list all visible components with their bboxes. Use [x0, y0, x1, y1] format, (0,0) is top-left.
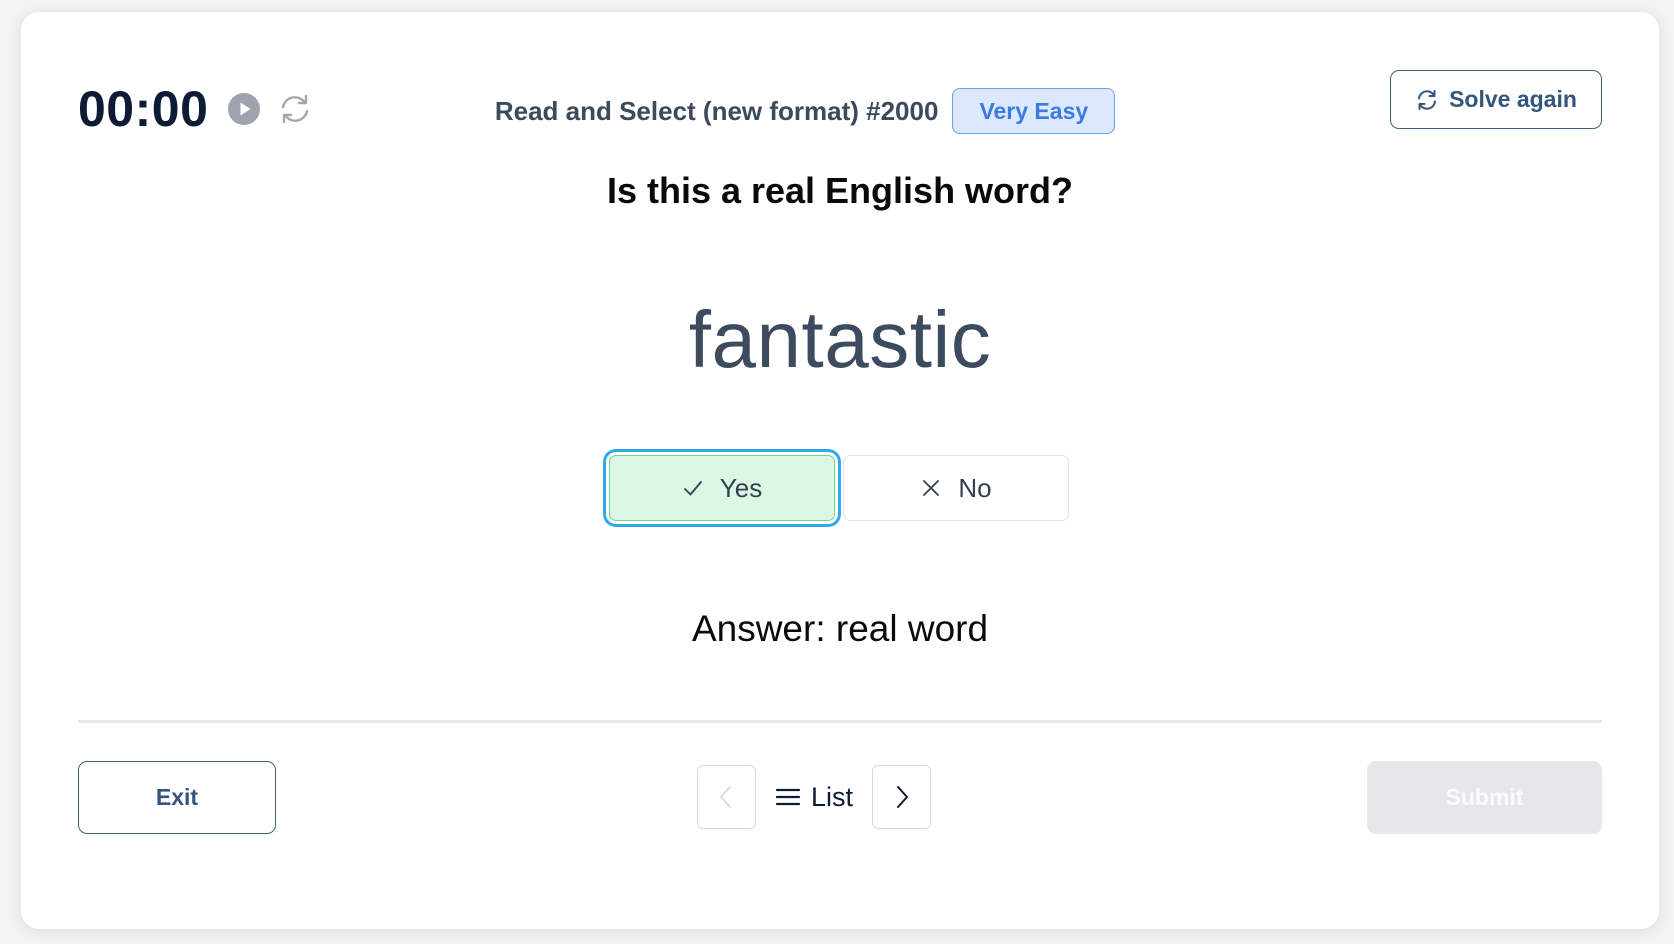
option-no-button[interactable]: No [843, 455, 1069, 521]
submit-button[interactable]: Submit [1367, 761, 1602, 834]
solve-again-label: Solve again [1449, 86, 1577, 112]
solve-again-button[interactable]: Solve again [1390, 70, 1602, 129]
answer-text: Answer: real word [691, 608, 989, 649]
chevron-right-icon [896, 786, 908, 808]
puzzle-title: Read and Select (new format) #2000 [494, 95, 939, 126]
difficulty-badge: Very Easy [952, 88, 1116, 134]
x-icon [923, 480, 940, 496]
refresh-icon [1418, 89, 1437, 110]
check-icon [683, 481, 702, 496]
previous-button[interactable] [696, 765, 756, 829]
puzzle-card: 00:00 Read and Select (new format) #2000… [21, 12, 1659, 929]
divider [78, 720, 1602, 723]
answer-options: Yes No [19, 455, 1659, 521]
target-word: fantastic [688, 295, 992, 384]
list-button[interactable]: List [775, 782, 853, 813]
question-prompt: Is this a real English word? [606, 170, 1074, 211]
option-yes-button[interactable]: Yes [609, 455, 835, 521]
chevron-left-icon [720, 786, 732, 808]
list-label: List [810, 781, 854, 812]
next-button[interactable] [872, 765, 932, 829]
option-no-label: No [958, 472, 992, 503]
menu-icon [775, 788, 801, 806]
option-yes-label: Yes [719, 472, 763, 503]
